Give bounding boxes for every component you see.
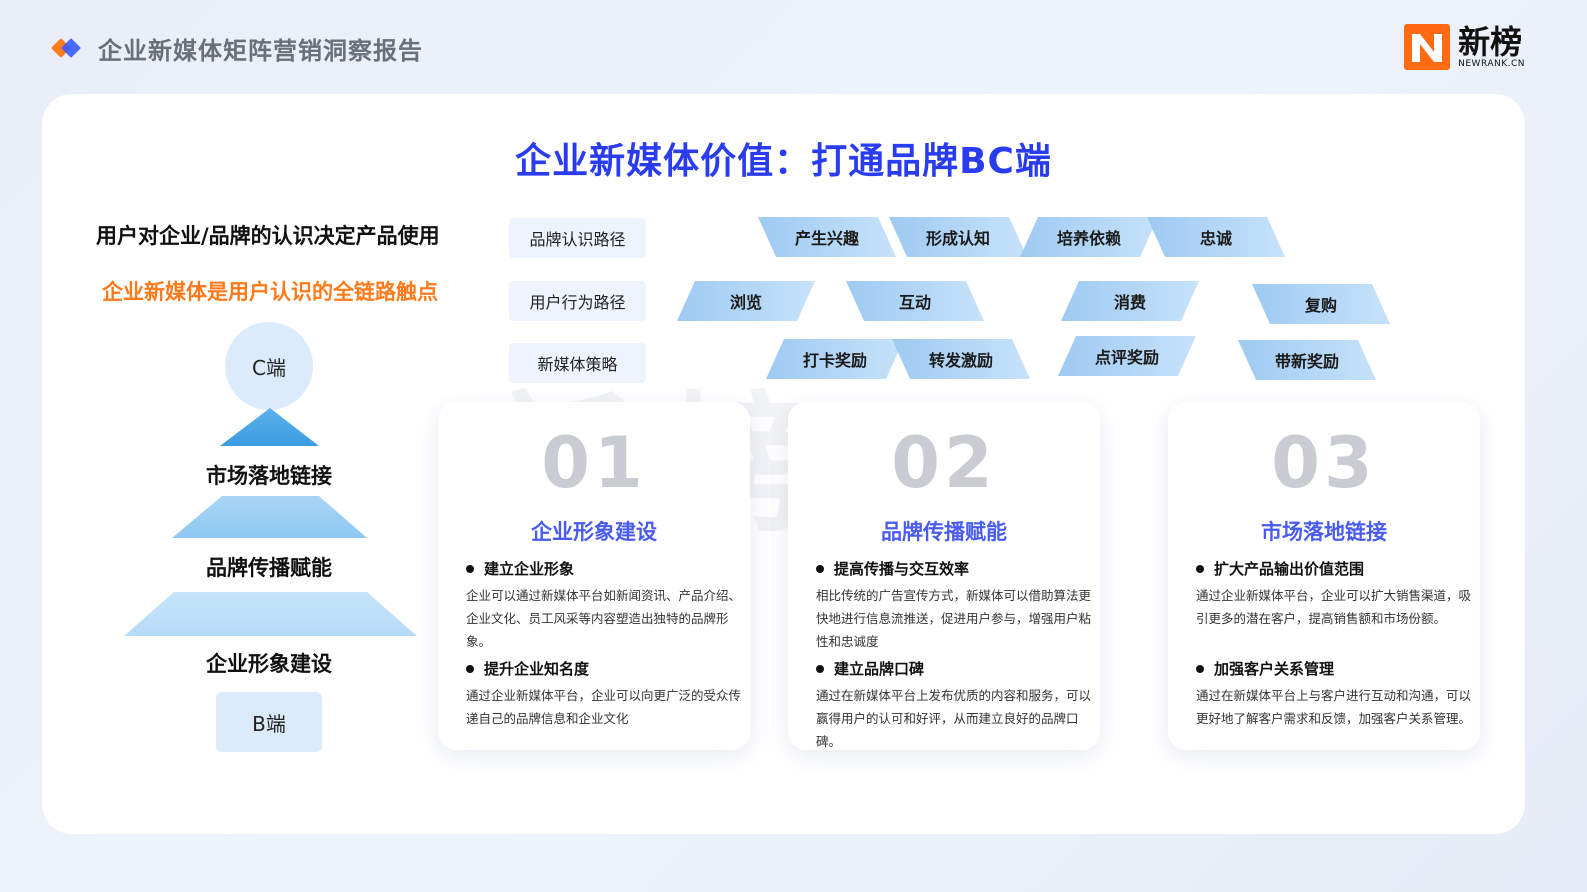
report-title: 企业新媒体矩阵营销洞察报告 [98, 36, 423, 65]
pyramid-middle [172, 496, 367, 538]
card-point-heading: 扩大产品输出价值范围 [1196, 558, 1364, 579]
left-heading: 用户对企业/品牌的认识决定产品使用 [96, 224, 440, 248]
strategy-review-reward: 点评奖励 [1058, 336, 1196, 376]
pyramid-diagram [124, 408, 417, 636]
card-title: 企业形象建设 [531, 520, 657, 544]
main-title: 企业新媒体价值：打通品牌BC端 [515, 141, 1052, 182]
card-point-text: 企业可以通过新媒体平台如新闻资讯、产品介绍、企业文化、员工风采等内容塑造出独特的… [466, 588, 742, 649]
card-number: 01 [541, 422, 647, 504]
path-step-dependence: 培养依赖 [1020, 217, 1158, 257]
content-card: 新榜 企业新媒体价值：打通品牌BC端 用户对企业/品牌的认识决定产品使用 企业新… [42, 94, 1525, 834]
card-number: 02 [891, 422, 997, 504]
pyramid-label-brand: 品牌传播赋能 [206, 556, 332, 580]
pyramid-label-market: 市场落地链接 [206, 464, 332, 488]
card-point-text: 通过企业新媒体平台，企业可以扩大销售渠道，吸引更多的潜在客户，提高销售额和市场份… [1196, 588, 1472, 626]
pyramid-top [220, 408, 319, 446]
card-point-text: 通过在新媒体平台上与客户进行互动和沟通，可以更好地了解客户需求和反馈，加强客户关… [1196, 688, 1472, 726]
path-step-repurchase: 复购 [1252, 284, 1390, 324]
card-point-heading: 提高传播与交互效率 [816, 558, 969, 579]
path-step-cognition: 形成认知 [889, 217, 1027, 257]
report-header: 企业新媒体矩阵营销洞察报告 [51, 30, 423, 66]
bullet-dot-icon [466, 564, 474, 573]
card-point-heading: 建立品牌口碑 [816, 658, 924, 679]
info-card-01: 01 企业形象建设 建立企业形象 企业可以通过新媒体平台如新闻资讯、产品介绍、企… [438, 402, 750, 750]
info-card-02: 02 品牌传播赋能 提高传播与交互效率 相比传统的广告宣传方式，新媒体可以借助算… [788, 402, 1100, 750]
bullet-dot-icon [1196, 664, 1204, 673]
strategy-share-incentive: 转发激励 [892, 339, 1030, 379]
c-end-circle: C端 [225, 322, 313, 410]
card-point-heading: 加强客户关系管理 [1196, 658, 1334, 679]
strategy-referral-reward: 带新奖励 [1238, 340, 1376, 380]
card-point-text: 相比传统的广告宣传方式，新媒体可以借助算法更快地进行信息流推送，促进用户参与，增… [816, 588, 1092, 649]
left-subheading: 企业新媒体是用户认识的全链路触点 [102, 280, 438, 304]
row-label-strategy: 新媒体策略 [509, 343, 646, 383]
path-step-loyalty: 忠诚 [1147, 217, 1285, 257]
bullet-dot-icon [466, 664, 474, 673]
card-point-heading: 建立企业形象 [466, 558, 574, 579]
strategy-checkin-reward: 打卡奖励 [766, 339, 904, 379]
row-label-behavior-path: 用户行为路径 [509, 281, 646, 321]
card-point-text: 通过企业新媒体平台，企业可以向更广泛的受众传递自己的品牌信息和企业文化 [466, 688, 742, 726]
path-step-interact: 互动 [846, 281, 984, 321]
card-point-heading: 提升企业知名度 [466, 658, 589, 679]
path-step-browse: 浏览 [677, 281, 815, 321]
card-title: 市场落地链接 [1261, 520, 1387, 544]
path-step-consume: 消费 [1061, 281, 1199, 321]
diamond-logo-icon [51, 38, 82, 58]
row-label-brand-path: 品牌认识路径 [509, 218, 646, 258]
pyramid-bottom [124, 592, 417, 636]
bullet-dot-icon [816, 564, 824, 573]
bullet-dot-icon [816, 664, 824, 673]
b-end-box: B端 [216, 692, 322, 752]
newrank-logo-icon [1404, 24, 1451, 70]
pyramid-label-image: 企业形象建设 [206, 652, 332, 676]
bullet-dot-icon [1196, 564, 1204, 573]
path-step-interest: 产生兴趣 [758, 217, 896, 257]
card-title: 品牌传播赋能 [881, 520, 1007, 544]
card-point-text: 通过在新媒体平台上发布优质的内容和服务，可以赢得用户的认可和好评，从而建立良好的… [816, 688, 1092, 749]
logo-en-text: NEWRANK.CN [1458, 59, 1525, 69]
info-card-03: 03 市场落地链接 扩大产品输出价值范围 通过企业新媒体平台，企业可以扩大销售渠… [1168, 402, 1480, 750]
logo-cn-text: 新榜 [1458, 23, 1523, 61]
newrank-logo: 新榜 NEWRANK.CN [1404, 24, 1525, 70]
card-number: 03 [1271, 422, 1377, 504]
